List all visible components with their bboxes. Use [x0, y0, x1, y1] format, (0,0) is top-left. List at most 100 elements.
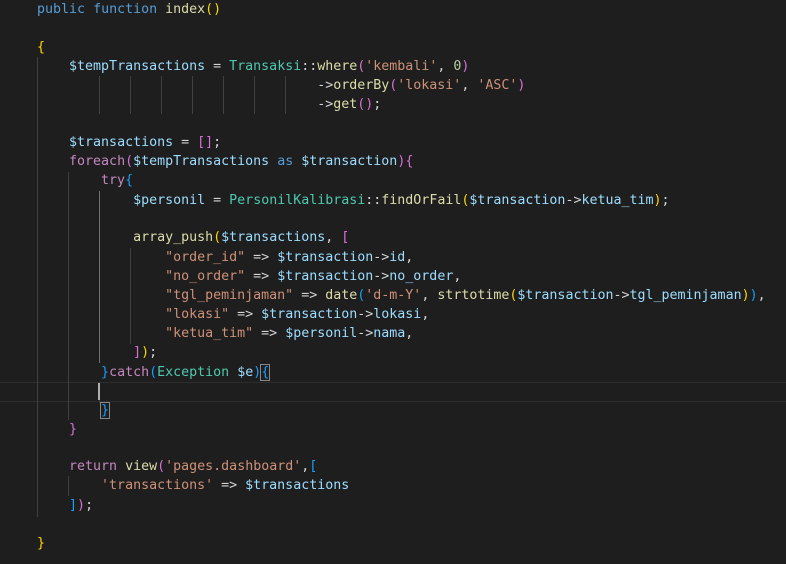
code-line[interactable]: ]);: [37, 496, 93, 515]
code-token: ->: [37, 78, 334, 93]
code-line[interactable]: 'transactions' => $transactions: [37, 476, 349, 495]
code-token: ketua_tim: [581, 193, 654, 208]
code-line[interactable]: ->orderBy('lokasi', 'ASC'): [37, 76, 525, 95]
code-token: ,: [757, 288, 766, 303]
code-line[interactable]: "order_id" => $transaction->id,: [37, 248, 413, 267]
text-cursor: [98, 383, 100, 400]
code-token: ->: [357, 307, 374, 322]
code-token: ,: [405, 326, 414, 341]
code-token: "no_order": [165, 269, 246, 284]
code-token: ): [749, 288, 758, 303]
code-token: ): [653, 193, 662, 208]
code-token: ->: [613, 288, 630, 303]
code-token: ::: [365, 193, 382, 208]
code-token: ->: [373, 269, 390, 284]
code-token: array_push: [133, 230, 214, 245]
code-token: $e: [237, 365, 254, 380]
code-token: Transaksi: [229, 59, 302, 74]
code-line[interactable]: }catch(Exception $e){: [37, 363, 271, 382]
code-line[interactable]: ]);: [37, 343, 157, 362]
code-token: 'pages.dashboard': [165, 459, 302, 474]
code-token: }: [69, 422, 78, 437]
code-token: $personil: [285, 326, 358, 341]
code-line[interactable]: "no_order" => $transaction->no_order,: [37, 267, 461, 286]
code-token: $transactions: [245, 478, 350, 493]
code-token: nama: [373, 326, 406, 341]
code-line[interactable]: }: [37, 420, 77, 439]
code-token: return: [69, 459, 118, 474]
code-token: index: [165, 2, 206, 17]
code-token: get: [333, 97, 358, 112]
code-token: ;: [149, 345, 158, 360]
code-token: ): [741, 288, 750, 303]
code-line[interactable]: "tgl_peminjaman" => date('d-m-Y', strtot…: [37, 286, 766, 305]
code-token: =: [205, 193, 230, 208]
code-token: "lokasi": [165, 307, 230, 322]
code-token: =>: [293, 288, 326, 303]
code-line[interactable]: try{: [37, 171, 133, 190]
code-token: date: [325, 288, 358, 303]
code-token: ,: [325, 230, 342, 245]
code-token: {: [125, 173, 134, 188]
code-token: strtotime: [437, 288, 510, 303]
code-token: no_order: [389, 269, 454, 284]
code-token: ,: [421, 307, 430, 322]
code-token: (: [125, 154, 134, 169]
code-token: findOrFail: [381, 193, 462, 208]
code-line[interactable]: {: [37, 38, 45, 57]
code-token: []: [197, 135, 214, 150]
code-line[interactable]: foreach($tempTransactions as $transactio…: [37, 152, 413, 171]
code-token: $transaction: [261, 307, 358, 322]
code-line[interactable]: "lokasi" => $transaction->lokasi,: [37, 305, 429, 324]
code-line[interactable]: $tempTransactions = Transaksi::where('ke…: [37, 57, 469, 76]
code-line[interactable]: $personil = PersonilKalibrasi::findOrFai…: [37, 191, 670, 210]
code-token: ->: [37, 97, 334, 112]
code-token: (: [149, 365, 158, 380]
code-token: ): [517, 78, 526, 93]
code-line[interactable]: "ketua_tim" => $personil->nama,: [37, 324, 413, 343]
code-line[interactable]: $transactions = [];: [37, 133, 221, 152]
code-line[interactable]: array_push($transactions, [: [37, 228, 349, 247]
code-line[interactable]: public function index(): [37, 0, 221, 19]
code-token: }: [100, 402, 111, 419]
code-token: ]: [133, 345, 142, 360]
code-token: ;: [661, 193, 670, 208]
code-token: ->: [373, 250, 390, 265]
code-line[interactable]: }: [37, 534, 45, 553]
code-token: where: [317, 59, 358, 74]
code-token: $transaction: [277, 250, 374, 265]
code-token: 'kembali': [365, 59, 438, 74]
code-token: ,: [453, 269, 462, 284]
code-line[interactable]: ->get();: [37, 95, 381, 114]
code-line[interactable]: }: [37, 401, 111, 420]
code-line[interactable]: return view('pages.dashboard',[: [37, 457, 317, 476]
code-token: "order_id": [165, 250, 246, 265]
code-token: $tempTransactions: [133, 154, 270, 169]
code-token: ): [461, 59, 470, 74]
code-token: =: [205, 59, 230, 74]
code-token: {: [260, 364, 271, 381]
code-token: }: [37, 536, 46, 551]
code-editor[interactable]: public function index() { $tempTransacti…: [0, 0, 786, 564]
code-token: $transaction: [517, 288, 614, 303]
code-token: (: [213, 230, 222, 245]
code-token: 'd-m-Y': [365, 288, 422, 303]
code-token: catch: [109, 365, 150, 380]
code-token: ;: [373, 97, 382, 112]
code-token: ;: [213, 135, 222, 150]
